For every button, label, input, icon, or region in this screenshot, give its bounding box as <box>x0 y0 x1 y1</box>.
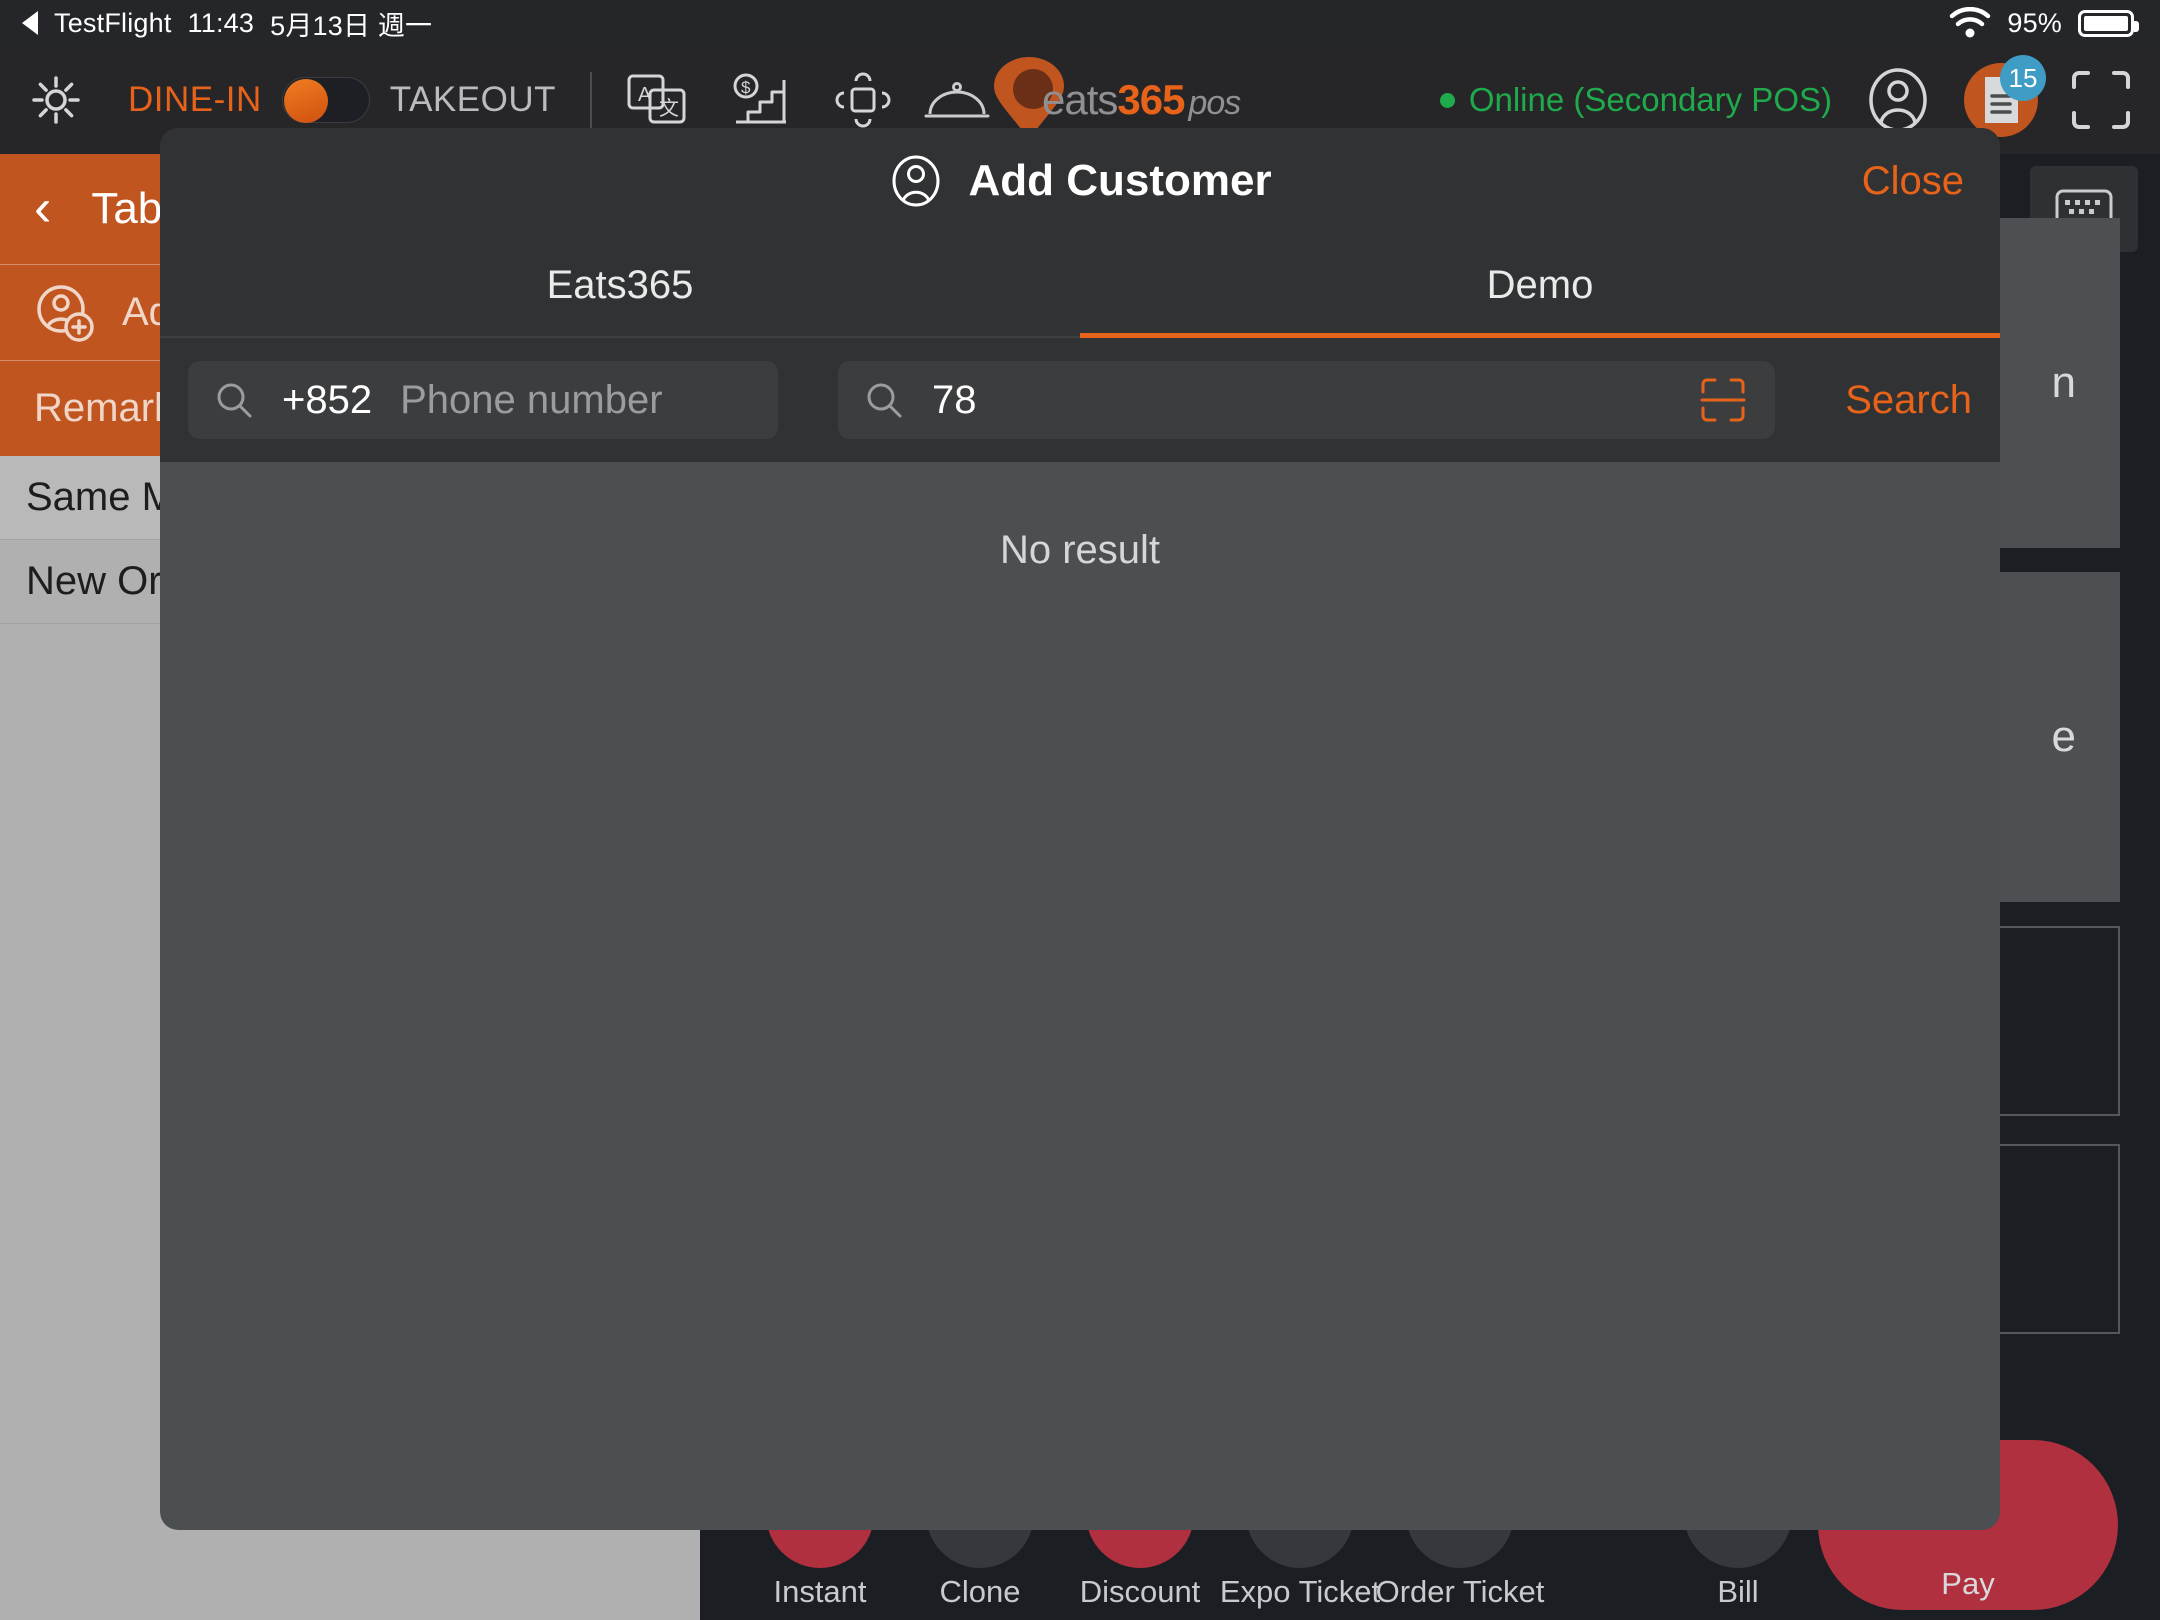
battery-full-icon <box>2078 9 2139 37</box>
person-icon[interactable] <box>1862 64 1934 136</box>
toolbar-icon-group: A 文 $ <box>626 71 892 129</box>
search-icon <box>864 380 904 420</box>
status-dot-icon <box>1439 92 1455 108</box>
clock-label: 11:43 <box>187 7 255 38</box>
chevron-left-icon[interactable]: ‹ <box>34 182 51 233</box>
svg-text:文: 文 <box>659 97 679 120</box>
search-results-area: No result <box>160 462 2000 1530</box>
switch-knob <box>283 79 328 123</box>
expo-ticket-label: Expo Ticket <box>1219 1574 1381 1609</box>
dine-in-label[interactable]: DINE-IN <box>128 80 262 120</box>
connection-status: Online (Secondary POS) <box>1439 81 1832 119</box>
search-button[interactable]: Search <box>1835 378 1972 423</box>
remark-label: Remark <box>34 386 175 430</box>
logo-365-text: 365 <box>1117 76 1185 123</box>
modal-tabs: Eats365 Demo <box>160 234 2000 338</box>
tab-demo[interactable]: Demo <box>1080 234 2000 338</box>
logo-wordmark: eats365 pos <box>1041 76 1241 124</box>
svg-text:$: $ <box>741 78 751 97</box>
modal-top-section: Add Customer Close Eats365 Demo +852 Pho… <box>160 128 2000 462</box>
phone-search-input[interactable]: +852 Phone number <box>188 361 778 439</box>
modal-header: Add Customer Close <box>160 128 2000 234</box>
table-layout-icon[interactable] <box>834 71 892 129</box>
toolbar-right-group: Online (Secondary POS) 15 <box>1439 55 2160 137</box>
pos-screen: TestFlight 11:43 5月13日 週一 95% DINE-IN TA… <box>0 0 2160 1620</box>
discount-label: Discount <box>1079 1574 1201 1609</box>
scan-frame-icon[interactable] <box>2068 67 2134 133</box>
country-code-label[interactable]: +852 <box>282 378 372 423</box>
no-result-label: No result <box>999 528 1161 572</box>
service-mode-switch[interactable] <box>281 77 370 123</box>
keyword-search-value: 78 <box>932 377 977 422</box>
battery-percent-label: 95% <box>2007 7 2062 38</box>
status-bar-right: 95% <box>1949 7 2160 39</box>
back-app-label[interactable]: TestFlight <box>54 8 172 39</box>
logo-pos-text: pos <box>1188 84 1241 122</box>
tab-eats365[interactable]: Eats365 <box>160 234 1080 336</box>
add-customer-modal: Add Customer Close Eats365 Demo +852 Pho… <box>160 128 2000 1530</box>
order-list-button[interactable]: 15 <box>1964 55 2046 137</box>
tab-demo-label: Demo <box>1486 262 1594 307</box>
scan-frame-icon[interactable] <box>1697 374 1749 426</box>
toolbar-divider <box>589 72 592 128</box>
takeout-label[interactable]: TAKEOUT <box>390 80 556 120</box>
back-arrow-icon[interactable] <box>22 11 38 35</box>
sales-chart-icon[interactable]: $ <box>730 72 792 128</box>
phone-placeholder: Phone number <box>400 377 663 422</box>
add-customer-icon <box>34 282 96 344</box>
translate-icon[interactable]: A 文 <box>626 72 688 128</box>
order-count-badge: 15 <box>2000 55 2046 101</box>
modal-title-group: Add Customer <box>160 153 2000 209</box>
instant-label: Instant <box>773 1574 867 1609</box>
wifi-icon <box>1949 7 1991 39</box>
person-circle-icon <box>888 153 944 209</box>
search-icon <box>214 380 254 420</box>
pay-label: Pay <box>1941 1566 1995 1601</box>
order-ticket-label: Order Ticket <box>1375 1574 1545 1609</box>
tab-eats365-label: Eats365 <box>546 262 694 307</box>
food-dome-icon <box>922 72 992 128</box>
modal-title: Add Customer <box>968 156 1272 205</box>
clone-label: Clone <box>939 1574 1021 1609</box>
modal-search-row: +852 Phone number 78 Search <box>160 338 2000 462</box>
status-bar-left: TestFlight 11:43 5月13日 週一 <box>0 4 432 43</box>
bill-label: Bill <box>1717 1574 1759 1609</box>
date-label: 5月13日 週一 <box>270 10 433 41</box>
logo-eats-text: eats <box>1041 76 1118 123</box>
connection-status-label: Online (Secondary POS) <box>1468 81 1832 118</box>
status-bar: TestFlight 11:43 5月13日 週一 95% <box>0 0 2160 46</box>
gear-icon[interactable] <box>28 72 84 128</box>
service-mode-toggle[interactable]: DINE-IN TAKEOUT <box>128 77 556 123</box>
keyword-search-input[interactable]: 78 <box>838 361 1776 439</box>
